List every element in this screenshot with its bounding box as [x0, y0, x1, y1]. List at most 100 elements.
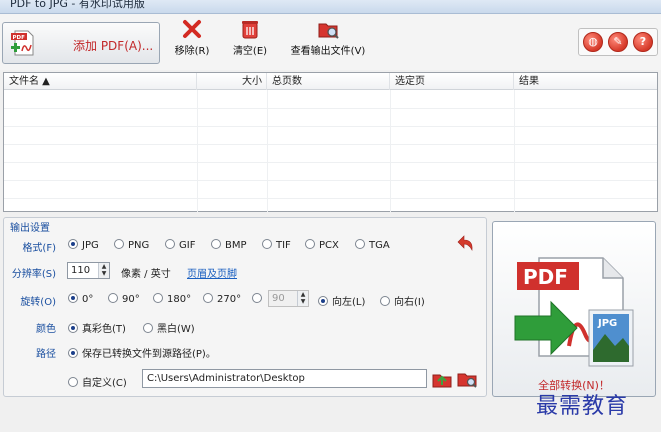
rotate-180-radio[interactable]: 180°: [153, 293, 191, 305]
color-truecolor-radio[interactable]: 真彩色(T): [68, 320, 126, 335]
resolution-stepper[interactable]: 110 ▲ ▼: [67, 262, 110, 279]
format-jpg-label: JPG: [82, 240, 99, 251]
trash-icon: [242, 21, 258, 39]
format-gif-radio[interactable]: GIF: [165, 239, 195, 251]
rotate-right-radio[interactable]: 向右(I): [380, 293, 425, 308]
register-button[interactable]: ✎: [608, 32, 628, 52]
radio-dot: [165, 239, 175, 249]
file-list[interactable]: 文件名 ▲ 大小 总页数 选定页 结果: [3, 72, 658, 212]
view-output-button[interactable]: 查看输出文件(V): [286, 18, 370, 57]
resolution-value: 110: [71, 265, 91, 276]
custom-angle-stepper[interactable]: 90 ▲ ▼: [268, 290, 309, 307]
resolution-label: 分辨率(S): [11, 269, 56, 280]
folder-search-icon[interactable]: [457, 369, 477, 389]
rotate-custom-radio[interactable]: [252, 293, 266, 305]
remove-button[interactable]: 移除(R): [172, 18, 212, 57]
format-png-radio[interactable]: PNG: [114, 239, 149, 251]
format-jpg-radio[interactable]: JPG: [68, 239, 99, 251]
folder-search-icon: [318, 23, 339, 39]
path-same-label: 保存已转换文件到源路径(P)。: [82, 349, 216, 360]
svg-text:PDF: PDF: [523, 265, 568, 289]
radio-dot: [252, 293, 262, 303]
rotation-label: 旋转(O): [20, 297, 56, 308]
color-truecolor-label: 真彩色(T): [82, 324, 126, 335]
radio-dot: [68, 239, 78, 249]
rotate-270-radio[interactable]: 270°: [203, 293, 241, 305]
format-tif-radio[interactable]: TIF: [262, 239, 291, 251]
color-bw-radio[interactable]: 黑白(W): [143, 320, 195, 335]
column-total-pages[interactable]: 总页数: [267, 73, 390, 90]
file-list-header: 文件名 ▲ 大小 总页数 选定页 结果: [4, 73, 657, 90]
radio-dot: [68, 348, 78, 358]
format-bmp-radio[interactable]: BMP: [211, 239, 247, 251]
rotate-180-label: 180°: [167, 294, 192, 305]
format-label: 格式(F): [22, 243, 56, 254]
format-gif-label: GIF: [179, 240, 196, 251]
radio-dot: [143, 323, 153, 333]
radio-dot: [68, 323, 78, 333]
toolbar: PDF 添加 PDF(A)... 移除(R) 清空(E) 查看输出文件(V) ◍…: [0, 14, 661, 70]
format-tga-label: TGA: [369, 240, 390, 251]
stepper-arrows-icon[interactable]: ▲ ▼: [98, 263, 109, 278]
radio-dot: [262, 239, 272, 249]
grid-line: [4, 144, 657, 145]
path-same-radio[interactable]: 保存已转换文件到源路径(P)。: [68, 345, 216, 360]
svg-text:JPG: JPG: [597, 318, 617, 329]
radio-dot: [108, 293, 118, 303]
grid-line: [4, 108, 657, 109]
question-icon: ?: [639, 35, 647, 48]
view-output-label: 查看输出文件(V): [290, 46, 366, 57]
radio-dot: [211, 239, 221, 249]
remove-label: 移除(R): [174, 46, 210, 57]
format-pcx-radio[interactable]: PCX: [305, 239, 339, 251]
header-footer-link[interactable]: 页眉及页脚: [187, 265, 237, 280]
website-button[interactable]: ◍: [583, 32, 603, 52]
format-bmp-label: BMP: [225, 240, 247, 251]
radio-dot: [318, 296, 328, 306]
globe-icon: ◍: [588, 35, 598, 48]
format-tif-label: TIF: [276, 240, 291, 251]
path-custom-label: 自定义(C): [82, 378, 127, 389]
folder-browse-icon[interactable]: [432, 369, 452, 389]
help-button[interactable]: ?: [633, 32, 653, 52]
color-label: 颜色: [36, 324, 56, 335]
output-path-input[interactable]: C:\Users\Administrator\Desktop: [142, 369, 427, 388]
undo-arrow-icon[interactable]: [456, 233, 476, 253]
rotate-0-label: 0°: [82, 294, 94, 305]
convert-all-button[interactable]: PDF JPG 全部转换(N)！: [492, 221, 656, 397]
radio-dot: [355, 239, 365, 249]
rotate-left-radio[interactable]: 向左(L): [318, 293, 365, 308]
clear-button[interactable]: 清空(E): [228, 18, 272, 57]
output-settings-title: 输出设置: [8, 219, 52, 234]
format-tga-radio[interactable]: TGA: [355, 239, 390, 251]
radio-dot: [114, 239, 124, 249]
color-bw-label: 黑白(W): [157, 324, 195, 335]
path-label: 路径: [36, 349, 56, 360]
radio-dot: [203, 293, 213, 303]
stepper-arrows-icon[interactable]: ▲ ▼: [297, 291, 308, 306]
format-pcx-label: PCX: [319, 240, 339, 251]
column-result[interactable]: 结果: [514, 73, 657, 90]
path-custom-radio[interactable]: 自定义(C): [68, 374, 127, 389]
grid-line: [4, 198, 657, 199]
column-selected-pages[interactable]: 选定页: [390, 73, 514, 90]
radio-dot: [68, 293, 78, 303]
column-size[interactable]: 大小: [197, 73, 267, 90]
window-title: PDF to JPG - 有水印试用版: [10, 0, 145, 10]
add-pdf-button[interactable]: PDF 添加 PDF(A)...: [2, 22, 160, 64]
column-filename[interactable]: 文件名 ▲: [4, 73, 197, 90]
rotate-90-label: 90°: [122, 294, 140, 305]
wand-icon: ✎: [613, 35, 623, 48]
rotate-right-label: 向右(I): [394, 297, 425, 308]
radio-dot: [305, 239, 315, 249]
radio-dot: [153, 293, 163, 303]
grid-line: [4, 162, 657, 163]
resolution-unit: 像素 / 英寸: [121, 269, 171, 280]
rotate-90-radio[interactable]: 90°: [108, 293, 140, 305]
custom-angle-value: 90: [272, 293, 285, 304]
svg-text:PDF: PDF: [13, 35, 26, 41]
radio-dot: [380, 296, 390, 306]
rotate-0-radio[interactable]: 0°: [68, 293, 93, 305]
watermark-text: 最需教育: [536, 394, 629, 419]
title-bar: PDF to JPG - 有水印试用版: [0, 0, 661, 14]
